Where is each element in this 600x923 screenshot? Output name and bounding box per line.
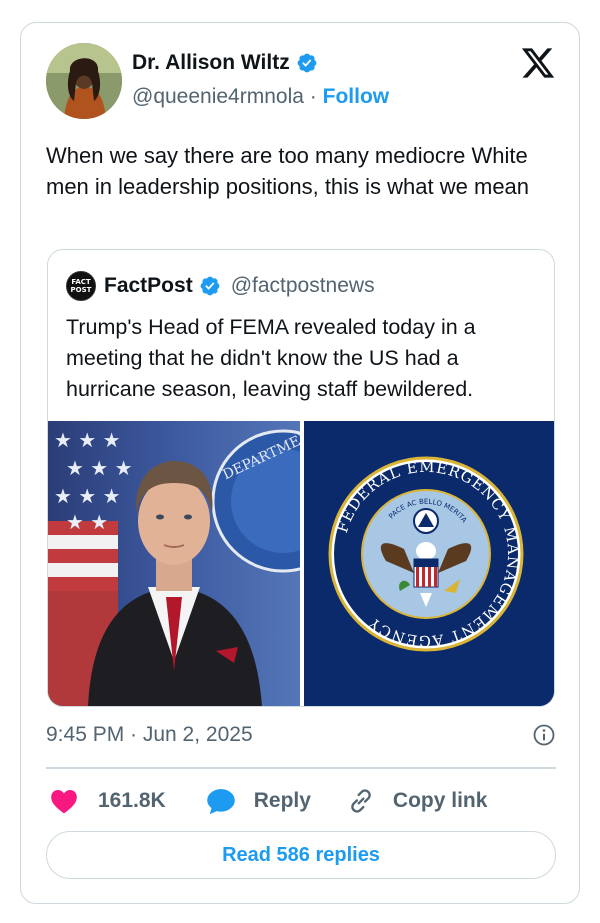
quoted-author-name: FactPost bbox=[104, 274, 193, 297]
tweet-timestamp[interactable]: 9:45 PM · Jun 2, 2025 bbox=[46, 723, 253, 747]
copy-link-button[interactable]: Copy link bbox=[347, 787, 488, 815]
like-button[interactable]: 161.8K bbox=[50, 788, 166, 814]
verified-badge-icon bbox=[200, 276, 220, 296]
quoted-tweet-header: FACT POST FactPost @factpostnews bbox=[66, 270, 375, 302]
svg-text:★ ★ ★: ★ ★ ★ bbox=[54, 428, 121, 452]
author-handle-row: @queenie4rmnola · Follow bbox=[132, 85, 389, 109]
verified-badge-icon bbox=[297, 53, 317, 73]
quoted-media: ★ ★ ★ ★ ★ ★ ★ ★ ★ ★ ★ DEPARTMEN FEDERAL … bbox=[48, 421, 554, 706]
heart-icon bbox=[51, 790, 77, 814]
tweet-header: Dr. Allison Wiltz @queenie4rmnola · Foll… bbox=[46, 43, 556, 119]
tweet-embed-card: Dr. Allison Wiltz @queenie4rmnola · Foll… bbox=[20, 22, 580, 904]
svg-text:★ ★: ★ ★ bbox=[66, 510, 108, 534]
divider bbox=[46, 767, 556, 769]
svg-text:★ ★ ★: ★ ★ ★ bbox=[54, 484, 121, 508]
author-handle[interactable]: @queenie4rmnola bbox=[132, 85, 304, 108]
dot-separator: · bbox=[309, 85, 317, 108]
fema-seal-image[interactable]: FEDERAL EMERGENCY MANAGEMENT AGENCY PACE… bbox=[304, 421, 554, 706]
author-name[interactable]: Dr. Allison Wiltz bbox=[132, 51, 290, 75]
read-replies-button[interactable]: Read 586 replies bbox=[46, 831, 556, 879]
tweet-text: When we say there are too many mediocre … bbox=[46, 143, 530, 199]
quoted-author-handle: @factpostnews bbox=[230, 274, 375, 297]
copy-link-label: Copy link bbox=[392, 789, 488, 812]
fema-head-portrait-image[interactable]: ★ ★ ★ ★ ★ ★ ★ ★ ★ ★ ★ DEPARTMEN bbox=[48, 421, 300, 706]
action-bar: 161.8K Reply Copy link bbox=[46, 783, 556, 819]
quoted-tweet-text: Trump's Head of FEMA revealed today in a… bbox=[66, 315, 476, 401]
like-count: 161.8K bbox=[98, 789, 166, 812]
follow-button[interactable]: Follow bbox=[323, 85, 390, 108]
factpost-logo: FACT POST bbox=[66, 271, 96, 301]
link-icon bbox=[351, 789, 371, 813]
x-logo-icon[interactable] bbox=[520, 45, 556, 81]
quoted-tweet[interactable]: FACT POST FactPost @factpostnews Trump's… bbox=[47, 249, 555, 707]
info-icon[interactable] bbox=[532, 723, 556, 747]
svg-text:★ ★ ★: ★ ★ ★ bbox=[66, 456, 133, 480]
avatar[interactable] bbox=[46, 43, 122, 119]
reply-label: Reply bbox=[253, 789, 311, 812]
timestamp-row: 9:45 PM · Jun 2, 2025 bbox=[46, 720, 556, 750]
reply-button[interactable]: Reply bbox=[206, 787, 311, 815]
speech-bubble-icon bbox=[206, 789, 235, 815]
